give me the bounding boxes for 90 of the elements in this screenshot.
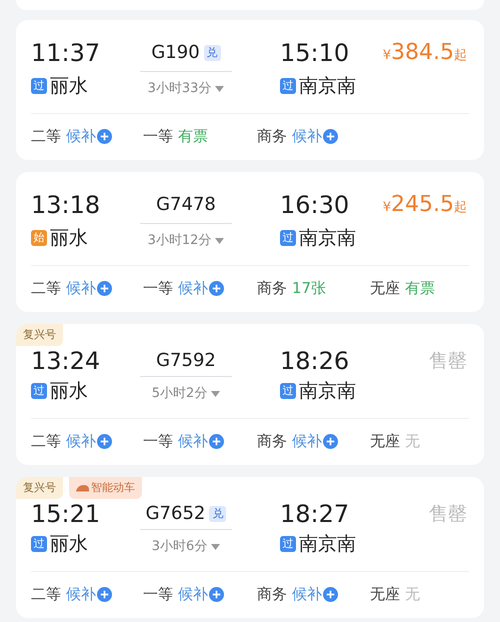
seat-status[interactable]: 候补 xyxy=(292,431,338,451)
seat-class: 商务 xyxy=(257,278,287,298)
station-badge: 过 xyxy=(31,383,47,399)
seat-status[interactable]: 候补 xyxy=(66,126,112,146)
train-icon xyxy=(76,484,89,492)
station-name: 丽水 xyxy=(50,74,88,99)
exchange-badge: 兑 xyxy=(209,506,226,522)
station-badge: 过 xyxy=(31,78,47,94)
seat-status[interactable]: 候补 xyxy=(292,126,338,146)
station-badge: 过 xyxy=(280,383,296,399)
seat-class: 无座 xyxy=(370,278,400,298)
depart-time: 13:24 xyxy=(31,346,102,376)
seat-status[interactable]: 候补 xyxy=(66,278,112,298)
seat-status: 有票 xyxy=(178,126,208,146)
arrive-time: 15:10 xyxy=(280,38,350,69)
seat-status: 无 xyxy=(405,584,420,604)
seat-status[interactable]: 候补 xyxy=(66,584,112,604)
train-card[interactable]: 复兴号 智能动车 15:21 G7652 兑 18:27 售罄 过 丽水 3小时6分 过 南京南 二等 候补 一等 候补 商务 候补 无座 无 xyxy=(16,477,484,618)
tag-text: 智能动车 xyxy=(91,480,135,496)
price: ¥245.5起 xyxy=(382,191,467,219)
depart-time: 11:37 xyxy=(31,38,102,69)
seat-status: 有票 xyxy=(405,278,435,298)
sold-out-label: 售罄 xyxy=(429,502,467,527)
plus-icon xyxy=(97,128,112,144)
plus-icon xyxy=(209,280,224,296)
caret-icon xyxy=(211,391,220,397)
duration-toggle[interactable]: 3小时6分 xyxy=(152,537,220,557)
caret-icon xyxy=(215,86,224,92)
train-card[interactable]: 复兴号 13:24 G7592 18:26 售罄 过 丽水 5小时2分 过 南京南 二等 候补 一等 候补 商务 候补 无座 无 xyxy=(16,324,484,465)
station-badge: 过 xyxy=(280,230,296,246)
seat-status[interactable]: 候补 xyxy=(178,584,224,604)
depart-time: 15:21 xyxy=(31,499,102,529)
plus-icon xyxy=(97,586,112,602)
seat-class: 商务 xyxy=(257,126,287,146)
train-number[interactable]: G190 xyxy=(151,38,200,68)
seat-class: 二等 xyxy=(31,584,61,604)
plus-icon xyxy=(209,586,224,602)
train-number[interactable]: G7592 xyxy=(156,346,216,376)
exchange-badge: 兑 xyxy=(204,45,221,61)
station-name: 南京南 xyxy=(299,379,356,404)
plus-icon xyxy=(97,280,112,296)
train-card[interactable]: 11:37 G190 兑 15:10 ¥384.5起 过 丽水 3小时33分 过 南京南 二等 候补 一等 有票 商务 候补 xyxy=(16,20,484,160)
seat-class: 二等 xyxy=(31,278,61,298)
depart-time: 13:18 xyxy=(31,190,102,221)
duration-toggle[interactable]: 3小时33分 xyxy=(148,79,224,99)
station-badge: 过 xyxy=(280,536,296,552)
caret-icon xyxy=(211,544,220,550)
duration-toggle[interactable]: 5小时2分 xyxy=(152,384,220,404)
train-card[interactable]: 13:18 G7478 16:30 ¥245.5起 始 丽水 3小时12分 过 南京南 二等 候补 一等 候补 商务 17张 无座 有票 xyxy=(16,172,484,312)
seat-class: 商务 xyxy=(257,431,287,451)
seat-class: 一等 xyxy=(143,126,173,146)
seat-class: 商务 xyxy=(257,584,287,604)
train-number[interactable]: G7652 xyxy=(146,499,206,529)
seat-class: 一等 xyxy=(143,584,173,604)
plus-icon xyxy=(97,434,112,448)
seat-class: 二等 xyxy=(31,431,61,451)
station-name: 南京南 xyxy=(299,532,356,557)
caret-icon xyxy=(215,238,224,244)
station-name: 丽水 xyxy=(50,379,88,404)
station-badge: 过 xyxy=(31,536,47,552)
seat-class: 无座 xyxy=(370,584,400,604)
station-badge: 过 xyxy=(280,78,296,94)
price: ¥384.5起 xyxy=(382,39,467,67)
seat-status[interactable]: 候补 xyxy=(178,431,224,451)
plus-icon xyxy=(323,586,338,602)
seat-class: 一等 xyxy=(143,278,173,298)
station-name: 丽水 xyxy=(50,226,88,251)
seat-class: 二等 xyxy=(31,126,61,146)
station-name: 南京南 xyxy=(299,226,356,251)
plus-icon xyxy=(209,434,224,448)
seat-class: 一等 xyxy=(143,431,173,451)
train-type-tag: 复兴号 xyxy=(16,324,63,346)
seat-status: 无 xyxy=(405,431,420,451)
train-type-tag: 复兴号 xyxy=(16,477,63,499)
seat-class: 无座 xyxy=(370,431,400,451)
train-number[interactable]: G7478 xyxy=(156,190,216,220)
seat-status: 17张 xyxy=(292,278,326,298)
plus-icon xyxy=(323,128,338,144)
duration-toggle[interactable]: 3小时12分 xyxy=(148,231,224,251)
arrive-time: 16:30 xyxy=(280,190,350,221)
seat-status[interactable]: 候补 xyxy=(178,278,224,298)
plus-icon xyxy=(323,434,338,448)
arrive-time: 18:27 xyxy=(280,499,350,529)
station-badge: 始 xyxy=(31,230,47,246)
sold-out-label: 售罄 xyxy=(429,349,467,374)
seat-status[interactable]: 候补 xyxy=(66,431,112,451)
station-name: 丽水 xyxy=(50,532,88,557)
seat-status[interactable]: 候补 xyxy=(292,584,338,604)
arrive-time: 18:26 xyxy=(280,346,350,376)
station-name: 南京南 xyxy=(299,74,356,99)
